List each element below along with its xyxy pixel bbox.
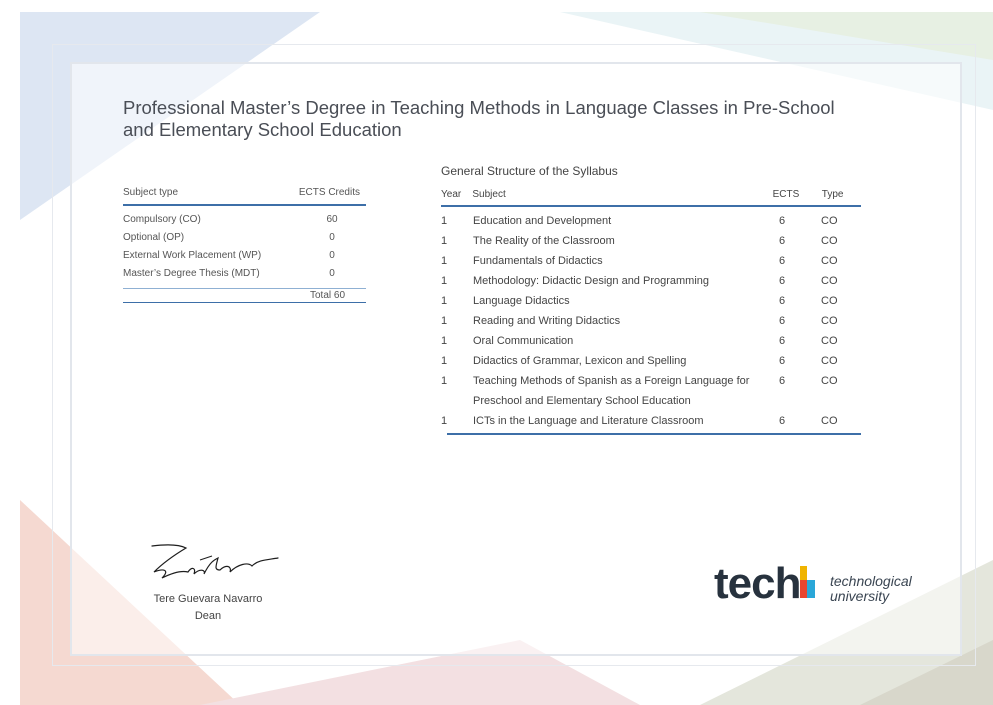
table-row: External Work Placement (WP) 0 [123, 246, 366, 264]
subject-cell: Education and Development [473, 215, 612, 227]
type-cell: CO [821, 235, 838, 247]
type-cell: CO [821, 275, 838, 287]
subject-type-cell: External Work Placement (WP) [123, 249, 262, 261]
ects-cell: 6 [779, 375, 786, 387]
ects-cell: 6 [779, 215, 786, 227]
syllabus-title: General Structure of the Syllabus [441, 164, 618, 178]
year-cell: 1 [441, 375, 448, 387]
ects-cell: 6 [779, 235, 786, 247]
header-ects-credits: ECTS Credits [298, 187, 360, 198]
logo-line-1: technological [830, 573, 912, 589]
subject-cell: Teaching Methods of Spanish as a Foreign… [473, 375, 750, 407]
signer-role: Dean [194, 610, 222, 622]
table-row: 1 Language Didactics 6 CO [441, 291, 861, 311]
year-cell: 1 [441, 235, 448, 247]
subject-cell: Reading and Writing Didactics [473, 315, 621, 327]
logo-accent-icon [800, 566, 815, 598]
year-cell: 1 [441, 215, 448, 227]
subject-cell: The Reality of the Classroom [473, 235, 615, 247]
table-row: 1 Fundamentals of Didactics 6 CO [441, 251, 861, 271]
subject-cell: Oral Communication [473, 335, 574, 347]
year-cell: 1 [441, 295, 448, 307]
year-cell: 1 [441, 335, 448, 347]
summary-total: Total 60 [123, 288, 366, 303]
header-type: Type [821, 189, 844, 200]
ects-cell: 6 [779, 295, 786, 307]
table-row: 1 Teaching Methods of Spanish as a Forei… [441, 371, 861, 411]
signature-image [151, 544, 279, 579]
ects-cell: 6 [779, 335, 786, 347]
ects-cell: 6 [779, 255, 786, 267]
table-row: 1 Methodology: Didactic Design and Progr… [441, 271, 861, 291]
credits-cell: 60 [326, 213, 338, 225]
header-ects: ECTS [772, 189, 800, 200]
credits-cell: 0 [329, 249, 335, 261]
ects-cell: 6 [779, 415, 786, 427]
tech-logo: tech technological university [714, 560, 924, 608]
type-cell: CO [821, 335, 838, 347]
year-cell: 1 [441, 315, 448, 327]
syllabus-header: Year Subject ECTS Type [441, 188, 861, 207]
table-row: 1 The Reality of the Classroom 6 CO [441, 231, 861, 251]
type-cell: CO [821, 315, 838, 327]
header-year: Year [441, 189, 462, 200]
credits-cell: 0 [329, 231, 335, 243]
header-subject-type: Subject type [123, 187, 179, 198]
year-cell: 1 [441, 255, 448, 267]
logo-tagline: technological university [830, 574, 912, 604]
subject-type-cell: Master’s Degree Thesis (MDT) [123, 267, 260, 279]
document-title: Professional Master’s Degree in Teaching… [123, 97, 835, 140]
table-end-rule [447, 433, 861, 435]
credits-summary-table: Subject type ECTS Credits Compulsory (CO… [123, 187, 366, 303]
table-row: 1 Oral Communication 6 CO [441, 331, 861, 351]
credits-cell: 0 [329, 267, 335, 279]
header-subject: Subject [472, 189, 506, 200]
table-row: Compulsory (CO) 60 [123, 210, 366, 228]
table-row: 1 Reading and Writing Didactics 6 CO [441, 311, 861, 331]
table-row: 1 ICTs in the Language and Literature Cl… [441, 411, 861, 431]
table-row: Optional (OP) 0 [123, 228, 366, 246]
signer-name: Tere Guevara Navarro [153, 593, 263, 605]
year-cell: 1 [441, 355, 448, 367]
subject-cell: Methodology: Didactic Design and Program… [473, 275, 710, 287]
subject-cell: Fundamentals of Didactics [473, 255, 603, 267]
ects-cell: 6 [779, 275, 786, 287]
logo-wordmark: tech [714, 559, 801, 608]
summary-header: Subject type ECTS Credits [123, 187, 366, 206]
syllabus-table: Year Subject ECTS Type 1 Education and D… [441, 188, 861, 435]
ects-cell: 6 [779, 355, 786, 367]
logo-line-2: university [830, 588, 890, 604]
type-cell: CO [821, 375, 838, 387]
subject-type-cell: Optional (OP) [123, 231, 185, 243]
total-credits: Total 60 [310, 290, 346, 301]
type-cell: CO [821, 295, 838, 307]
table-row: 1 Education and Development 6 CO [441, 211, 861, 231]
table-row: 1 Didactics of Grammar, Lexicon and Spel… [441, 351, 861, 371]
subject-type-cell: Compulsory (CO) [123, 213, 201, 225]
table-row: Master’s Degree Thesis (MDT) 0 [123, 264, 366, 282]
type-cell: CO [821, 255, 838, 267]
type-cell: CO [821, 215, 838, 227]
subject-cell: ICTs in the Language and Literature Clas… [473, 415, 704, 427]
subject-cell: Language Didactics [473, 295, 570, 307]
subject-cell: Didactics of Grammar, Lexicon and Spelli… [473, 355, 687, 367]
ects-cell: 6 [779, 315, 786, 327]
year-cell: 1 [441, 275, 448, 287]
type-cell: CO [821, 415, 838, 427]
year-cell: 1 [441, 415, 448, 427]
type-cell: CO [821, 355, 838, 367]
